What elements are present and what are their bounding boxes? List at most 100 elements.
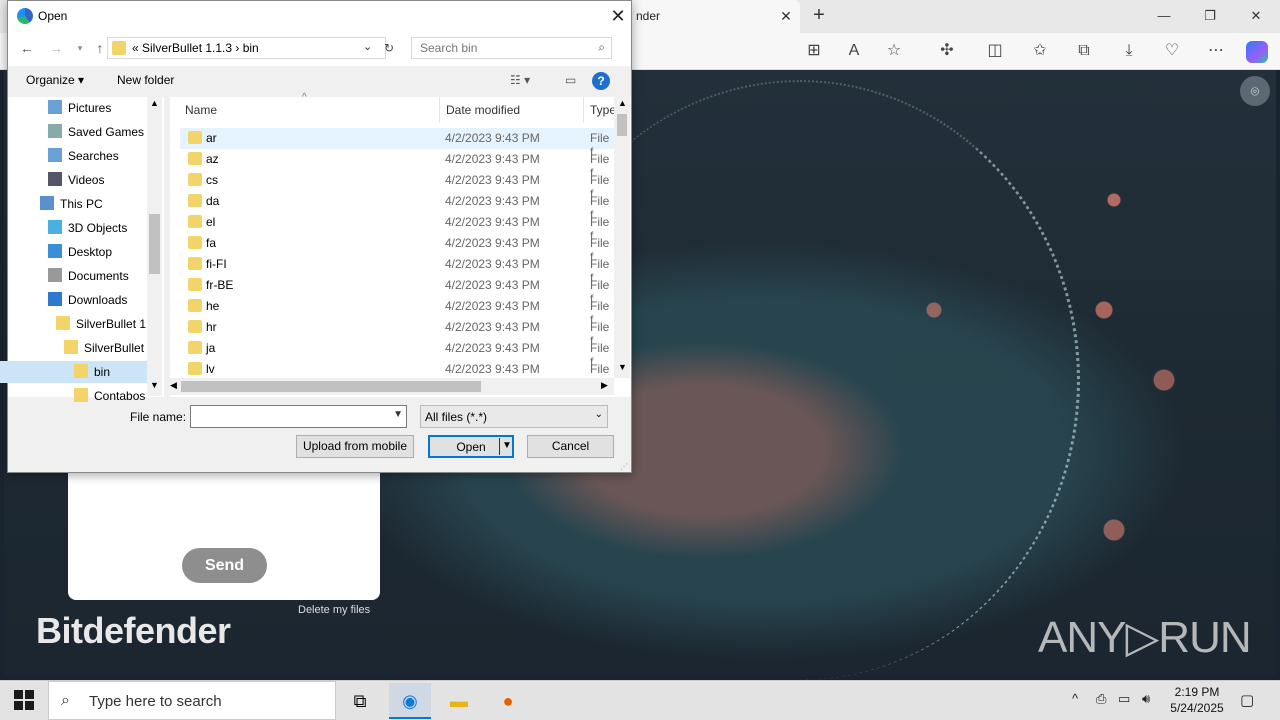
file-row[interactable]: lv4/2/2023 9:43 PMFile f xyxy=(180,359,614,390)
sidebar-item[interactable]: bin xyxy=(74,361,110,383)
cancel-button[interactable]: Cancel xyxy=(527,435,614,458)
sidebar-item[interactable]: Contabos xyxy=(74,385,145,407)
network-share-icon[interactable]: ⎙ xyxy=(1096,691,1106,707)
extensions-icon[interactable]: ✣ xyxy=(936,40,958,62)
back-arrow-icon[interactable]: ← xyxy=(17,37,37,59)
volume-icon[interactable]: 🔊︎ xyxy=(1142,691,1150,707)
horizontal-scrollbar-thumb[interactable] xyxy=(181,381,481,392)
task-view-icon[interactable]: ⧉ xyxy=(339,683,381,719)
upload-from-mobile-button[interactable]: Upload from mobile xyxy=(296,435,414,458)
videos-icon xyxy=(48,172,62,186)
favorite-star-icon[interactable]: ☆ xyxy=(883,40,905,62)
column-divider[interactable] xyxy=(583,97,584,123)
visual-search-icon[interactable]: ⌾ xyxy=(1240,76,1270,106)
tray-overflow-icon[interactable]: ^ xyxy=(1072,691,1078,706)
sidebar-item[interactable]: Saved Games xyxy=(48,121,144,143)
file-row[interactable]: da 4/2/2023 9:43 PM File f xyxy=(180,191,614,222)
scroll-up-icon[interactable]: ▲ xyxy=(150,98,159,108)
windows-start-icon[interactable] xyxy=(14,690,34,710)
more-menu-icon[interactable]: ⋯ xyxy=(1205,40,1227,62)
split-screen-icon[interactable]: ◫ xyxy=(984,40,1006,62)
delete-files-link[interactable]: Delete my files xyxy=(298,604,370,616)
sidebar-item-label: Saved Games xyxy=(68,125,145,139)
scroll-down-icon[interactable]: ▼ xyxy=(618,362,627,372)
downloads-icon[interactable]: ⤓ xyxy=(1118,40,1140,62)
restore-icon[interactable]: ❐ xyxy=(1196,6,1224,26)
scroll-down-icon[interactable]: ▼ xyxy=(150,380,159,390)
minimize-icon[interactable]: — xyxy=(1150,6,1178,26)
dialog-command-bar xyxy=(8,66,631,97)
address-bar[interactable]: « SilverBullet 1.1.3 › bin ⌄ xyxy=(107,37,386,59)
column-date-modified[interactable]: Date modified xyxy=(446,103,520,117)
view-options-icon[interactable]: ☷ ▾ xyxy=(510,73,530,87)
sidebar-item[interactable]: SilverBullet 1. xyxy=(56,313,149,335)
new-folder-button[interactable]: New folder xyxy=(117,73,174,87)
scroll-left-icon[interactable]: ◀ xyxy=(170,380,177,391)
window-close-icon[interactable]: ✕ xyxy=(1242,6,1270,26)
sidebar-item[interactable]: Videos xyxy=(48,169,104,191)
file-list-scrollbar[interactable]: ▲ ▼ xyxy=(614,96,630,378)
read-aloud-icon[interactable]: A xyxy=(843,40,865,62)
help-icon[interactable]: ? xyxy=(592,72,610,90)
new-tab-icon[interactable]: + xyxy=(808,4,830,26)
recent-dropdown-icon[interactable]: ▾ xyxy=(70,37,90,59)
firefox-icon[interactable]: ● xyxy=(487,683,529,719)
performance-icon[interactable]: ♡ xyxy=(1161,40,1183,62)
clock[interactable]: 2:19 PM 5/24/2025 xyxy=(1168,684,1226,716)
forward-arrow-icon[interactable]: → xyxy=(46,37,66,59)
copilot-icon[interactable] xyxy=(1246,41,1268,63)
resize-grip-icon[interactable]: ⋰ xyxy=(620,462,628,471)
favorites-icon[interactable]: ✩ xyxy=(1029,40,1051,62)
file-row[interactable]: he 4/2/2023 9:43 PM File f xyxy=(180,296,614,327)
tab-close-icon[interactable]: ✕ xyxy=(776,6,796,26)
apps-icon[interactable]: ⊞ xyxy=(803,40,825,62)
nav-scrollbar-thumb[interactable] xyxy=(149,214,160,274)
file-row[interactable]: el 4/2/2023 9:43 PM File f xyxy=(180,212,614,243)
edge-taskbar-icon[interactable]: ◉ xyxy=(389,683,431,719)
search-input[interactable]: Search bin ⌕ xyxy=(411,37,612,59)
network-icon[interactable]: ▭ xyxy=(1118,691,1130,707)
preview-pane-icon[interactable]: ▭ xyxy=(565,73,576,87)
refresh-icon[interactable]: ↻ xyxy=(379,38,399,58)
file-row[interactable]: cs 4/2/2023 9:43 PM File f xyxy=(180,170,614,201)
chevron-down-icon[interactable]: ⌄ xyxy=(363,40,372,53)
file-row[interactable]: fr-BE 4/2/2023 9:43 PM File f xyxy=(180,275,614,306)
sidebar-item[interactable]: 3D Objects xyxy=(48,217,127,239)
sidebar-item[interactable]: Downloads xyxy=(48,289,127,311)
file-row[interactable]: az 4/2/2023 9:43 PM File f xyxy=(180,149,614,180)
sidebar-item[interactable]: SilverBullet xyxy=(64,337,144,359)
file-name-field[interactable]: ▼ xyxy=(190,405,407,428)
sidebar-item[interactable]: Desktop xyxy=(48,241,112,263)
column-name[interactable]: Name xyxy=(185,103,217,117)
nav-scrollbar[interactable]: ▲ ▼ xyxy=(147,96,162,396)
open-dropdown-icon[interactable]: ▼ xyxy=(502,440,512,451)
scroll-up-icon[interactable]: ▲ xyxy=(618,98,627,108)
collections-icon[interactable]: ⧉ xyxy=(1073,40,1095,62)
sidebar-item[interactable]: Searches xyxy=(48,145,119,167)
file-type-select[interactable]: All files (*.*) ⌄ xyxy=(420,405,608,428)
column-divider[interactable] xyxy=(439,97,440,123)
file-scrollbar-thumb[interactable] xyxy=(617,114,627,136)
file-row[interactable]: ja 4/2/2023 9:43 PM File f xyxy=(180,338,614,369)
horizontal-scrollbar[interactable]: ◀ ▶ xyxy=(167,378,614,395)
file-row[interactable]: ar 4/2/2023 9:43 PM File f xyxy=(180,128,614,159)
sidebar-item[interactable]: Documents xyxy=(48,265,129,287)
search-icon: ⌕ xyxy=(598,40,605,54)
taskbar-search-input[interactable]: ⌕ Type here to search xyxy=(48,681,336,720)
file-row[interactable]: fi-FI 4/2/2023 9:43 PM File f xyxy=(180,254,614,285)
sidebar-item[interactable]: This PC xyxy=(40,193,103,215)
column-type[interactable]: Type xyxy=(590,103,616,117)
sidebar-item[interactable]: Pictures xyxy=(48,97,111,119)
chevron-down-icon[interactable]: ▼ xyxy=(393,409,403,420)
file-explorer-icon[interactable]: ▬ xyxy=(438,683,480,719)
notifications-icon[interactable]: ▢ xyxy=(1240,691,1254,709)
scroll-right-icon[interactable]: ▶ xyxy=(601,380,608,391)
file-row[interactable]: fa 4/2/2023 9:43 PM File f xyxy=(180,233,614,264)
file-row[interactable]: hr 4/2/2023 9:43 PM File f xyxy=(180,317,614,348)
dialog-close-icon[interactable]: ✕ xyxy=(608,5,628,27)
sidebar-item-label: This PC xyxy=(60,197,103,211)
organize-button[interactable]: Organize ▾ xyxy=(26,73,84,87)
chevron-down-icon[interactable]: ⌄ xyxy=(595,409,603,420)
send-button[interactable]: Send xyxy=(182,548,267,583)
sidebar-item-label: bin xyxy=(94,365,111,379)
